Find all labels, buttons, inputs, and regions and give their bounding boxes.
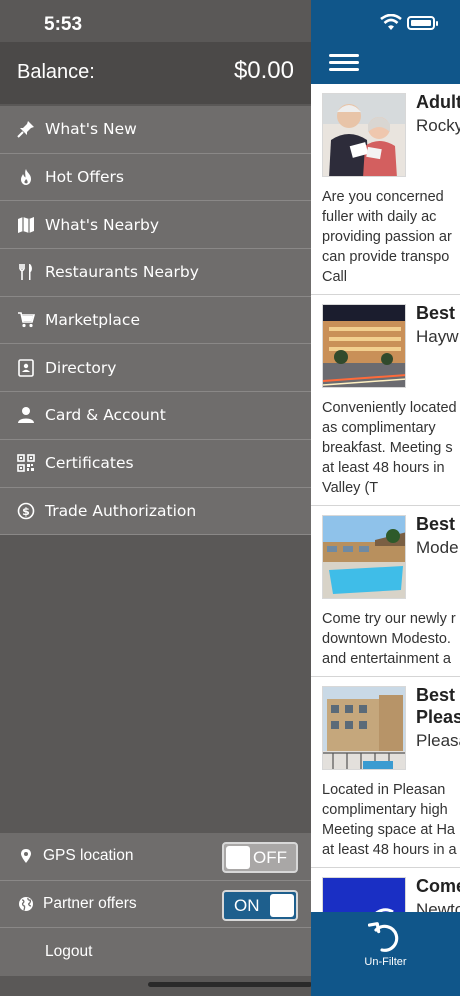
description-line: Meeting space at Ha	[322, 822, 455, 838]
svg-text:$: $	[22, 505, 30, 518]
description-line: breakfast. Meeting s	[322, 440, 453, 456]
listing-location: Rocky	[416, 116, 460, 135]
description-line: can provide transpo	[322, 249, 450, 265]
description-line: at least 48 hours in	[322, 460, 445, 476]
dollar-circle-icon: $	[17, 502, 35, 520]
description-line: Valley (T	[322, 480, 379, 496]
description-line: complimentary high	[322, 802, 448, 818]
menu-item-certificates[interactable]: Certificates	[0, 439, 311, 488]
unfilter-label: Un-Filter	[364, 956, 407, 968]
description-line: Are you concerned	[322, 189, 444, 205]
menu-label: Certificates	[45, 454, 134, 473]
qr-code-icon	[17, 454, 35, 472]
listing-location: Mode	[416, 538, 459, 557]
menu-label: Directory	[45, 358, 117, 377]
listing-description: Come try our newly r downtown Modesto. a…	[322, 609, 460, 669]
battery-icon	[407, 16, 438, 30]
listing-thumbnail	[322, 515, 406, 599]
listing-description: Are you concerned fuller with daily ac p…	[322, 187, 460, 287]
description-line: Located in Pleasan	[322, 782, 446, 798]
description-line: Come try our newly r	[322, 611, 456, 627]
listing-title-line-2: Pleas	[416, 707, 460, 727]
home-indicator	[148, 982, 312, 987]
status-time: 5:53	[44, 14, 83, 35]
menu-item-card-account[interactable]: Card & Account	[0, 392, 311, 440]
listing-item[interactable]: Adult Rocky Are you concerned fuller wit…	[311, 84, 460, 295]
balance-value: $0.00	[233, 57, 294, 84]
partner-offers-row: Partner offers ON	[0, 880, 311, 929]
menu-item-trade-authorization[interactable]: $ Trade Authorization	[0, 487, 311, 536]
user-icon	[18, 407, 34, 424]
toggle-knob	[226, 846, 250, 869]
menu-label: Restaurants Nearby	[45, 263, 199, 282]
listing-item[interactable]: Best Hayw Conveniently located as compli…	[311, 295, 460, 506]
description-line: at least 48 hours in a	[322, 842, 457, 858]
directory-icon	[18, 358, 34, 377]
menu-item-whats-nearby[interactable]: What's Nearby	[0, 201, 311, 250]
listing-description: Located in Pleasan complimentary high Me…	[322, 780, 460, 860]
bottom-toolbar: Un-Filter	[311, 912, 460, 996]
settings-section: GPS location OFF Partner offers ON Logou…	[0, 833, 311, 977]
listing-item[interactable]: Best Pleas Pleasa Located in Pleasan com…	[311, 677, 460, 868]
menu-label: Card & Account	[45, 406, 166, 425]
menu-item-restaurants-nearby[interactable]: Restaurants Nearby	[0, 249, 311, 297]
menu-label: What's New	[45, 120, 137, 139]
menu-label: What's Nearby	[45, 215, 160, 234]
listing-description: Conveniently located as complimentary br…	[322, 398, 460, 498]
wifi-icon	[380, 14, 402, 30]
gps-location-label: GPS location	[43, 847, 134, 865]
description-line: Call	[322, 269, 347, 285]
flame-icon	[21, 169, 31, 186]
balance-bar: Balance: $0.00	[0, 42, 311, 104]
listing-thumbnail	[322, 93, 406, 177]
listing-thumbnail	[322, 686, 406, 770]
toggle-state: OFF	[253, 848, 287, 867]
menu-item-hot-offers[interactable]: Hot Offers	[0, 153, 311, 202]
undo-icon	[368, 922, 399, 952]
top-navbar	[311, 0, 460, 84]
location-pin-icon	[21, 849, 31, 864]
hamburger-menu-icon[interactable]	[329, 54, 359, 72]
listing-title: Come	[416, 876, 460, 896]
menu-label: Trade Authorization	[45, 501, 197, 520]
toggle-knob	[270, 893, 294, 917]
menu-item-marketplace[interactable]: Marketplace	[0, 296, 311, 345]
side-drawer: 5:53 Balance: $0.00 What's New Hot Offer…	[0, 0, 312, 996]
listings-panel: Adult Rocky Are you concerned fuller wit…	[311, 0, 460, 996]
listing-title: Best	[416, 303, 456, 323]
gps-location-toggle[interactable]: OFF	[222, 842, 298, 873]
logout-label: Logout	[45, 943, 93, 961]
listing-thumbnail	[322, 304, 406, 388]
pin-icon	[17, 121, 34, 139]
gps-location-row: GPS location OFF	[0, 833, 311, 881]
globe-icon	[19, 897, 33, 912]
description-line: downtown Modesto.	[322, 631, 451, 647]
description-line: Conveniently located	[322, 400, 457, 416]
unfilter-button[interactable]: Un-Filter	[311, 912, 460, 996]
listing-title: Adult	[416, 92, 460, 112]
logout-button[interactable]: Logout	[0, 928, 311, 977]
description-line: as complimentary	[322, 420, 436, 436]
description-line: fuller with daily ac	[322, 209, 437, 225]
description-line: providing passion ar	[322, 229, 452, 245]
listing-title: Best	[416, 685, 456, 705]
listing-location: Pleasa	[416, 731, 460, 750]
menu-item-whats-new[interactable]: What's New	[0, 106, 311, 154]
menu-label: Marketplace	[45, 311, 140, 330]
listing-title: Best	[416, 514, 456, 534]
menu-item-directory[interactable]: Directory	[0, 344, 311, 393]
listing-item[interactable]: Best Mode Come try our newly r downtown …	[311, 506, 460, 677]
partner-offers-label: Partner offers	[43, 895, 137, 913]
fork-knife-icon	[19, 264, 32, 281]
menu-label: Hot Offers	[45, 168, 125, 187]
listing-location: Hayw	[416, 327, 459, 346]
map-icon	[18, 216, 34, 233]
partner-offers-toggle[interactable]: ON	[222, 889, 298, 921]
description-line: and entertainment a	[322, 651, 451, 667]
toggle-state: ON	[234, 895, 260, 915]
cart-icon	[18, 312, 35, 328]
balance-label: Balance:	[17, 61, 95, 83]
drawer-menu: What's New Hot Offers What's Nearby Rest…	[0, 106, 311, 536]
